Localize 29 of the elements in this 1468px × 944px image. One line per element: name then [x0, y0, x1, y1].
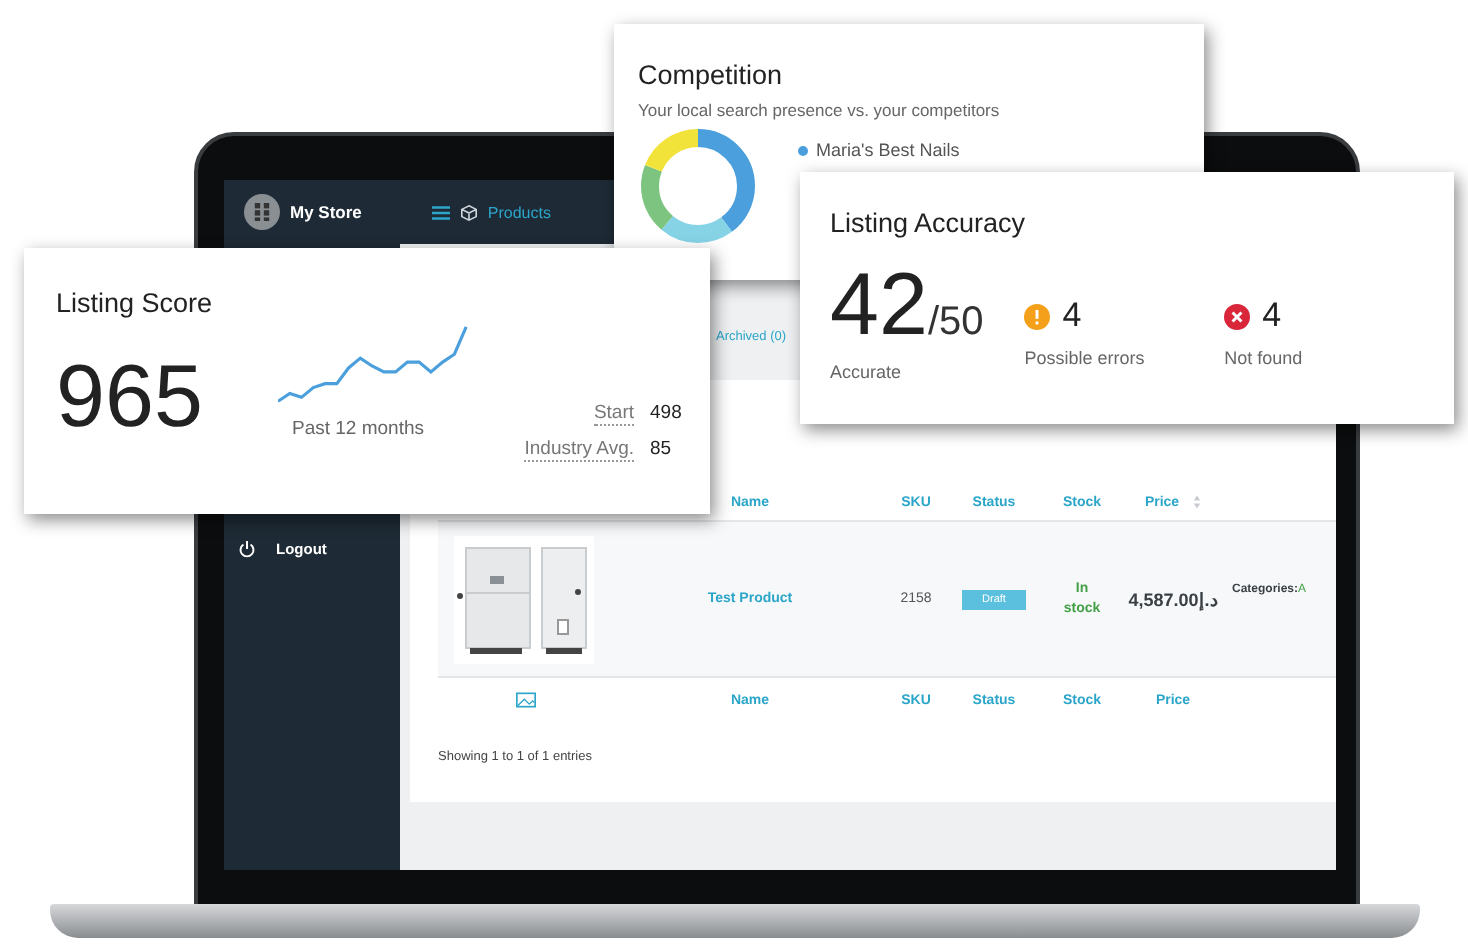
stat-label: Industry Avg. [524, 438, 634, 462]
accurate-count: 42 [830, 256, 928, 354]
metric-value: 4 [1262, 296, 1282, 336]
error-icon [1224, 303, 1251, 329]
card-title: Listing Score [56, 288, 215, 318]
metric-label: Possible errors [1024, 348, 1147, 368]
store-logo-icon [244, 194, 280, 230]
warning-icon [1024, 303, 1051, 329]
stat-value: 498 [650, 402, 678, 426]
metric-label: Accurate [830, 362, 904, 382]
price-cell-text: 4,587.00د.إ [1126, 589, 1220, 609]
stat-label: Start [593, 402, 634, 426]
total-count: /50 [927, 300, 984, 344]
power-icon [238, 540, 256, 558]
period-label: Past 12 months [291, 418, 424, 440]
score-value: 965 [56, 354, 205, 442]
box-icon [459, 203, 478, 221]
card-subtitle: Your local search presence vs. your competitors [638, 100, 1002, 120]
menu-icon[interactable] [431, 203, 450, 221]
metric-label: Not found [1224, 348, 1305, 368]
image-icon [516, 692, 536, 708]
donut-chart-drawing [638, 126, 758, 246]
store-name: My Store [290, 202, 362, 222]
metric-value: 4 [1062, 296, 1082, 336]
card-title: Competition [638, 60, 785, 90]
legend-label: Maria's Best Nails [816, 140, 960, 160]
section-title[interactable]: Products [487, 203, 551, 221]
stat-value: 85 [650, 438, 674, 462]
card-title: Listing Accuracy [830, 208, 1028, 238]
